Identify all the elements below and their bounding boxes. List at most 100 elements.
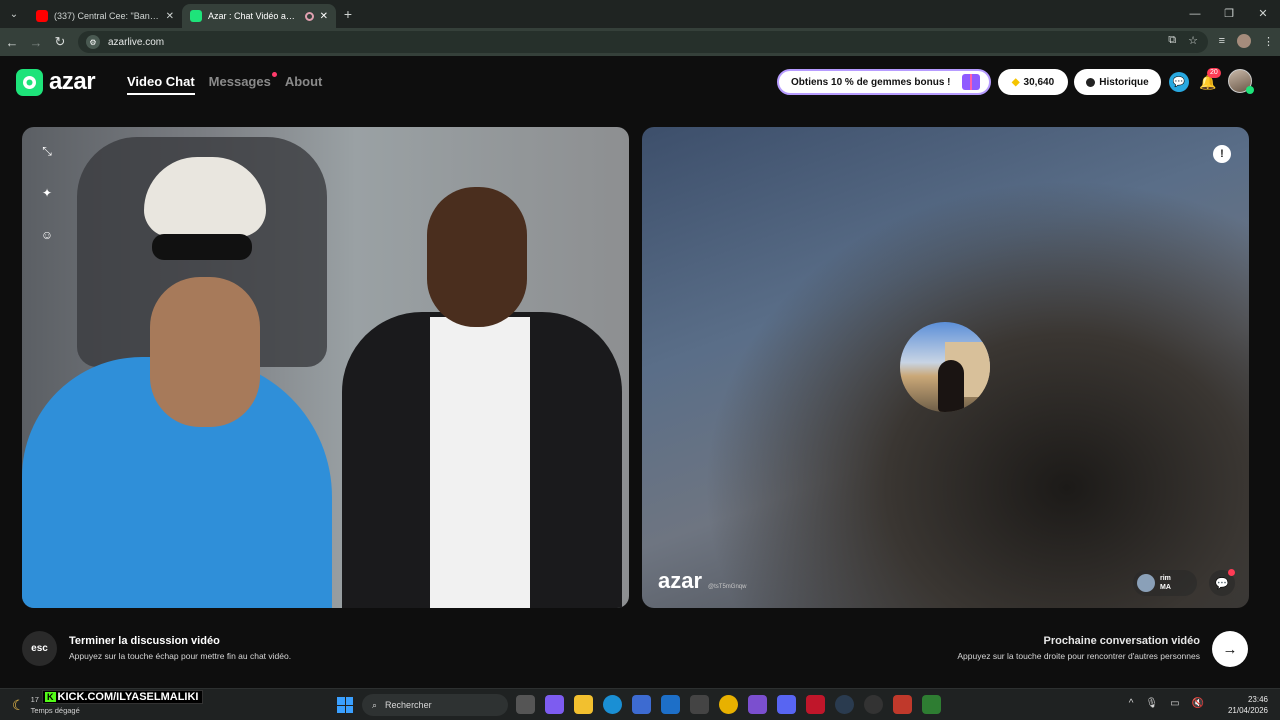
promo-label: Obtiens 10 % de gemmes bonus ! <box>791 76 951 88</box>
peer-country: MA <box>1160 584 1171 591</box>
next-chat-button[interactable]: → <box>1212 631 1248 667</box>
report-icon[interactable]: ! <box>1213 145 1231 163</box>
restore-icon[interactable]: ❐ <box>1212 0 1246 28</box>
outlook-icon[interactable] <box>661 695 680 714</box>
minimize-video-icon[interactable]: ⤡ <box>37 141 57 161</box>
gems-balance-button[interactable]: ◆ 30,640 <box>998 69 1068 95</box>
tab-youtube[interactable]: (337) Central Cee: "Band4Band" ✕ <box>28 4 182 28</box>
task-view-icon[interactable] <box>516 695 535 714</box>
game-controller-icon[interactable] <box>748 695 767 714</box>
white-shirt <box>430 317 530 608</box>
browser-tab-bar: ⌄ (337) Central Cee: "Band4Band" ✕ Azar … <box>0 0 1280 28</box>
local-controls: ⤡ ✦ ☺ <box>32 141 62 245</box>
browser-menu-icon[interactable]: ⋮ <box>1263 35 1274 48</box>
local-video-panel: ⤡ ✦ ☺ <box>22 127 629 608</box>
effects-wand-icon[interactable]: ✦ <box>37 183 57 203</box>
peer-info-tag[interactable]: rim MA <box>1133 570 1197 596</box>
new-tab-button[interactable]: + <box>336 6 360 22</box>
search-placeholder: Rechercher <box>385 700 432 710</box>
weather-text: Temps dégagé <box>30 706 80 715</box>
site-info-icon[interactable]: ⚙ <box>86 35 100 49</box>
emoji-filter-icon[interactable]: ☺ <box>37 225 57 245</box>
bookmark-star-icon[interactable]: ☆ <box>1188 34 1198 47</box>
store-icon[interactable] <box>632 695 651 714</box>
close-tab-icon[interactable]: ✕ <box>320 11 328 22</box>
end-chat-subtitle: Appuyez sur la touche échap pour mettre … <box>69 651 292 661</box>
person-face <box>427 187 527 327</box>
forward-icon[interactable]: → <box>24 35 48 50</box>
azar-watermark: azar @tsT5mGnqw <box>658 568 746 594</box>
nav-messages-label: Messages <box>208 74 271 89</box>
chat-bubble-icon[interactable]: 💬 <box>1169 72 1189 92</box>
copilot-icon[interactable] <box>545 695 564 714</box>
chevron-up-icon[interactable]: ^ <box>1129 698 1134 709</box>
url-text[interactable]: azarlive.com <box>108 37 164 48</box>
install-app-icon[interactable]: ⧉ <box>1168 34 1176 47</box>
display-icon[interactable]: ▭ <box>1170 698 1179 709</box>
dropbox-icon[interactable] <box>690 695 709 714</box>
close-tab-icon[interactable]: ✕ <box>166 11 174 22</box>
esc-key-badge[interactable]: esc <box>22 631 57 666</box>
peer-avatar <box>1137 574 1155 592</box>
sunglasses <box>152 234 252 260</box>
taskbar-search[interactable]: ⌕ Rechercher <box>362 694 508 716</box>
windows-start-icon[interactable] <box>337 697 353 713</box>
youtube-favicon-icon <box>36 10 48 22</box>
close-window-icon[interactable]: ✕ <box>1246 0 1280 28</box>
tab-azar[interactable]: Azar : Chat Vidéo avec de n ✕ <box>182 4 336 28</box>
back-icon[interactable]: ← <box>0 35 24 50</box>
tab-title: Azar : Chat Vidéo avec de n <box>208 11 299 21</box>
clock-icon <box>1086 77 1096 87</box>
media-app-icon[interactable] <box>893 695 912 714</box>
gift-icon <box>962 74 981 90</box>
file-explorer-icon[interactable] <box>574 695 593 714</box>
taskbar-apps <box>516 695 941 714</box>
omnibox[interactable]: ⚙ azarlive.com ⧉ ☆ <box>78 31 1208 53</box>
main-nav: Video Chat Messages About <box>127 72 323 95</box>
window-controls: — ❐ ✕ <box>1178 0 1280 28</box>
microphone-icon[interactable]: 🎙 <box>1145 698 1158 709</box>
remote-video-panel: ! azar @tsT5mGnqw rim MA 💬 <box>642 127 1249 608</box>
next-chat-subtitle: Appuyez sur la touche droite pour rencon… <box>957 651 1200 661</box>
end-chat-title: Terminer la discussion vidéo <box>69 635 220 647</box>
minimize-icon[interactable]: — <box>1178 0 1212 28</box>
unread-dot <box>271 72 277 77</box>
tab-search-icon[interactable]: ⌄ <box>0 0 28 28</box>
photo-person <box>938 360 964 412</box>
search-icon: ⌕ <box>372 699 378 710</box>
chrome-icon[interactable] <box>719 695 738 714</box>
nav-about[interactable]: About <box>285 74 323 95</box>
azar-logo[interactable]: azar <box>16 68 96 96</box>
profile-avatar-icon[interactable] <box>1237 34 1251 48</box>
system-tray: ^ 🎙 ▭ 🔇 <box>1129 698 1204 709</box>
clock[interactable]: 23:46 21/04/2026 <box>1228 694 1268 716</box>
watermark-id: @tsT5mGnqw <box>708 584 747 590</box>
clock-date: 21/04/2026 <box>1227 706 1268 715</box>
gem-promo-button[interactable]: Obtiens 10 % de gemmes bonus ! <box>777 69 991 95</box>
reload-icon[interactable]: ↻ <box>48 34 72 50</box>
play-app-icon[interactable] <box>922 695 941 714</box>
moon-icon: ☾ <box>12 696 25 713</box>
media-control-icon[interactable]: ≡ <box>1219 35 1225 47</box>
peer-profile-photo <box>900 322 990 412</box>
speaker-muted-icon[interactable]: 🔇 <box>1192 698 1204 709</box>
clock-time: 23:46 <box>1247 695 1268 704</box>
edge-icon[interactable] <box>603 695 622 714</box>
next-chat-title: Prochaine conversation vidéo <box>1043 635 1201 647</box>
peer-name: rim <box>1160 575 1171 582</box>
overlay-text: KICK.COM/ILYASELMALIKI <box>57 691 199 703</box>
history-button[interactable]: Historique <box>1074 69 1161 95</box>
chat-unread-dot <box>1228 569 1235 576</box>
acrobat-icon[interactable] <box>806 695 825 714</box>
app-icon[interactable] <box>864 695 883 714</box>
nav-messages[interactable]: Messages <box>208 72 277 95</box>
person-face <box>150 277 260 427</box>
discord-icon[interactable] <box>777 695 796 714</box>
logo-text: azar <box>49 68 96 95</box>
taskbar: ☾ 17 Temps dégagé K KICK.COM/ILYASELMALIK… <box>0 688 1280 720</box>
stream-overlay-banner: K KICK.COM/ILYASELMALIKI <box>42 690 204 704</box>
tab-title: (337) Central Cee: "Band4Band" <box>54 11 160 21</box>
recording-icon <box>304 11 314 21</box>
nav-video-chat[interactable]: Video Chat <box>127 74 195 95</box>
steam-icon[interactable] <box>835 695 854 714</box>
